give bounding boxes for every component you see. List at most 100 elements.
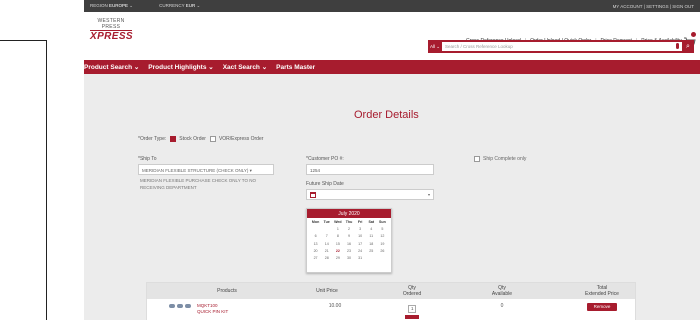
nav-product-highlights[interactable]: Product Highlights ⌄	[148, 63, 213, 71]
stock-order-checkbox[interactable]	[170, 136, 177, 142]
logo-top-text: WESTERN PRESS	[90, 18, 132, 31]
day-of-week: Sat	[368, 220, 375, 224]
top-bar: REGION EUROPE ⌄ CURRENCY EUR ⌄ MY ACCOUN…	[84, 0, 700, 12]
col-qty-available: Qty Available	[491, 285, 513, 297]
calendar-day[interactable]: 14	[321, 241, 332, 247]
calendar-day[interactable]: 21	[321, 248, 332, 254]
ship-to-label: *Ship To	[138, 156, 157, 162]
callout-line	[46, 40, 47, 320]
calendar-day[interactable]: 2	[343, 226, 354, 232]
calendar-day[interactable]: 7	[321, 233, 332, 239]
calendar-day[interactable]: 27	[310, 255, 321, 261]
calendar-day[interactable]: 25	[366, 248, 377, 254]
unit-price: 10.00	[328, 303, 342, 309]
order-type-group: *Order Type: Stock Order VOR/Express Ord…	[138, 136, 263, 142]
region-selector[interactable]: REGION EUROPE ⌄	[90, 3, 133, 9]
calendar-day[interactable]: 31	[355, 255, 366, 261]
ship-complete-checkbox[interactable]	[474, 156, 480, 162]
calendar-day[interactable]: 12	[377, 233, 388, 239]
ship-complete-label: Ship Complete only	[483, 156, 527, 162]
table-row: MQKT100 QUICK PIN KIT 10.00 1 0 10.00 Re…	[147, 299, 635, 320]
qty-ordered-value: 1	[411, 306, 414, 311]
calendar-day[interactable]: 10	[355, 233, 366, 239]
nav-xact-search[interactable]: Xact Search ⌄	[223, 63, 267, 71]
calendar-day	[310, 226, 321, 232]
future-ship-date-input[interactable]: ▾	[306, 189, 434, 200]
calendar-day[interactable]: 5	[377, 226, 388, 232]
vor-express-label: VOR/Express Order	[218, 136, 264, 142]
ship-complete-group: Ship Complete only	[474, 156, 526, 162]
currency-label: CURRENCY	[159, 3, 185, 8]
search-bar: All ⌄ Search / Cross Reference Lookup ⌕	[428, 40, 694, 53]
region-value: EUROPE	[109, 3, 129, 8]
future-ship-date-label: Future Ship Date	[306, 181, 344, 187]
account-links[interactable]: MY ACCOUNT | SETTINGS | SIGN OUT	[613, 4, 694, 9]
calendar-day	[377, 255, 388, 261]
ship-to-address: MERIDIAN FLEXIBLE PURCHASE CHECK ONLY TO…	[140, 178, 256, 190]
calendar-day[interactable]: 13	[310, 241, 321, 247]
remove-button[interactable]: Remove	[587, 303, 617, 311]
day-of-week: Tue	[323, 220, 330, 224]
calendar-day[interactable]: 4	[366, 226, 377, 232]
site-logo[interactable]: WESTERN PRESS XPRESS	[90, 18, 133, 42]
day-of-week: Thu	[345, 220, 353, 224]
callout-line	[0, 40, 47, 41]
search-scope-value: All	[429, 43, 435, 49]
calendar-icon[interactable]	[310, 192, 316, 198]
date-picker-header: July 2020	[307, 209, 391, 218]
date-picker-grid: Mon Tue Wed Thu Fri Sat Sun 1 2 3 4 5 6 7 8 9 10 11 12 13 14…	[307, 218, 391, 262]
vor-express-checkbox[interactable]	[209, 136, 216, 142]
calendar-day[interactable]: 1	[332, 226, 343, 232]
product-description: QUICK PIN KIT	[197, 309, 229, 314]
col-products: Products	[217, 288, 237, 294]
calendar-day[interactable]: 23	[343, 248, 354, 254]
day-of-week: Sun	[379, 220, 386, 224]
order-type-label: *Order Type:	[138, 136, 167, 142]
calendar-day[interactable]: 20	[310, 248, 321, 254]
calendar-day[interactable]: 11	[366, 233, 377, 239]
calendar-day[interactable]: 30	[343, 255, 354, 261]
calendar-day[interactable]: 18	[366, 241, 377, 247]
calendar-day[interactable]: 24	[355, 248, 366, 254]
day-of-week: Wed	[334, 220, 342, 224]
day-of-week: Fri	[357, 220, 363, 224]
currency-selector[interactable]: CURRENCY EUR ⌄	[159, 3, 200, 9]
products-table: Products Unit Price Qty Ordered Qty Avai…	[146, 282, 636, 320]
product-code: MQKT100	[197, 303, 218, 308]
stock-order-label: Stock Order	[179, 136, 206, 142]
date-picker-month: July 2020	[338, 210, 360, 217]
calendar-day[interactable]: 16	[343, 241, 354, 247]
nav-parts-master[interactable]: Parts Master	[276, 64, 315, 71]
region-label: REGION	[90, 3, 108, 8]
search-button[interactable]: ⌕	[682, 40, 694, 53]
table-header: Products Unit Price Qty Ordered Qty Avai…	[147, 283, 635, 299]
col-qty-ordered: Qty Ordered	[402, 285, 422, 297]
calendar-day[interactable]: 22	[332, 248, 343, 254]
date-picker: July 2020 Mon Tue Wed Thu Fri Sat Sun 1 2 3 4 5 6 7 8 9…	[306, 208, 392, 273]
product-thumbnail[interactable]	[169, 304, 193, 314]
ship-to-select[interactable]: MERIDIAN FLEXIBLE STRUCTURE (CHECK ONLY)…	[138, 164, 274, 175]
calendar-day[interactable]: 19	[377, 241, 388, 247]
calendar-day	[366, 255, 377, 261]
calendar-day[interactable]: 8	[332, 233, 343, 239]
search-icon: ⌕	[686, 43, 690, 50]
calendar-day[interactable]: 26	[377, 248, 388, 254]
calendar-day[interactable]: 15	[332, 241, 343, 247]
calendar-day[interactable]: 3	[355, 226, 366, 232]
search-scope-select[interactable]: All ⌄	[428, 44, 442, 50]
calendar-day[interactable]: 29	[332, 255, 343, 261]
product-name[interactable]: MQKT100 QUICK PIN KIT	[197, 303, 228, 315]
calendar-day[interactable]: 28	[321, 255, 332, 261]
customer-po-input[interactable]: 1254	[306, 164, 434, 175]
calendar-day[interactable]: 9	[343, 233, 354, 239]
cart-badge	[691, 32, 696, 37]
currency-value: EUR	[185, 3, 196, 8]
calendar-day[interactable]: 17	[355, 241, 366, 247]
nav-product-search[interactable]: Product Search ⌄	[84, 63, 139, 71]
calendar-day	[321, 226, 332, 232]
search-input[interactable]: Search / Cross Reference Lookup	[442, 42, 682, 51]
calendar-day[interactable]: 6	[310, 233, 321, 239]
update-qty-button[interactable]	[405, 315, 419, 319]
qty-ordered-input[interactable]: 1	[408, 305, 416, 313]
microphone-icon[interactable]	[676, 43, 679, 49]
